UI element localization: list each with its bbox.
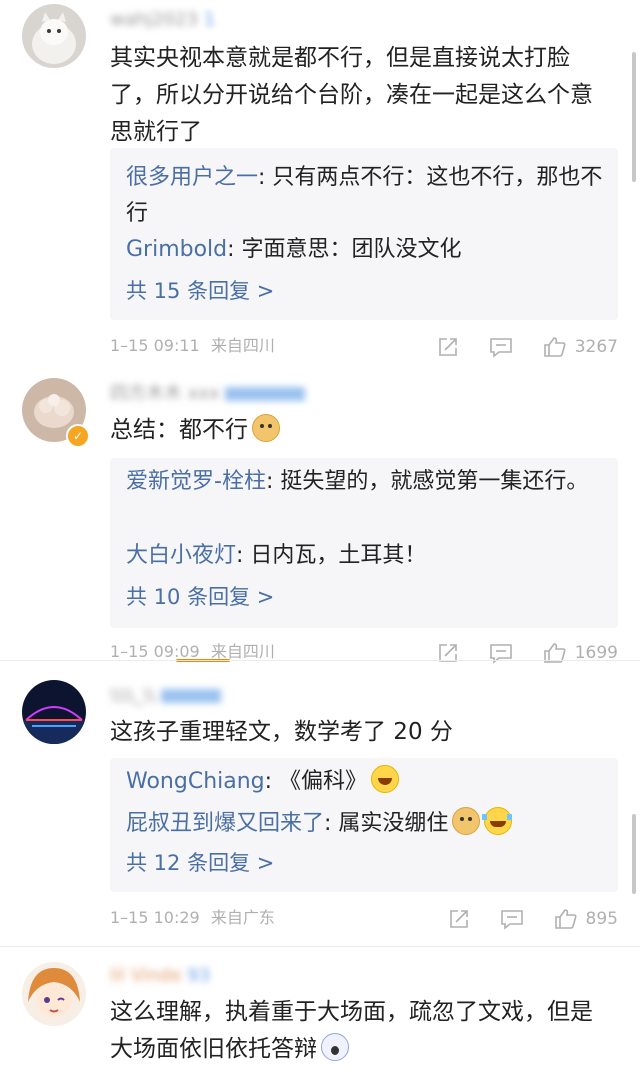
username[interactable]: lil Vinde 93 (110, 964, 210, 988)
reply-button[interactable] (500, 908, 524, 930)
reply-item[interactable]: Grimbold: 字面意思：团队没文化 (126, 232, 604, 268)
reply-colon: : (265, 469, 281, 494)
reply-colon: : (324, 811, 339, 836)
scrollbar[interactable] (632, 52, 636, 182)
share-button[interactable] (448, 908, 470, 930)
comment-time: 1–15 10:29 (110, 908, 200, 927)
username-text: lil Vinde (110, 965, 182, 986)
reply-text: 属实没绷住 (338, 811, 449, 836)
more-replies-link[interactable]: 共 15 条回复 > (126, 276, 274, 306)
share-icon (449, 910, 468, 928)
comment-text: 总结：都不行 (110, 412, 610, 449)
comment-location: 来自广东 (210, 908, 275, 927)
reply-item[interactable]: 爱新觉罗-栓柱: 挺失望的，就感觉第一集还行。 (126, 464, 604, 500)
comment-text: 这孩子重理轻文，数学考了 20 分 (110, 719, 453, 745)
reply-author[interactable]: 很多用户之一 (126, 165, 258, 190)
scrollbar[interactable] (632, 814, 636, 894)
like-button[interactable]: 3267 (543, 335, 618, 359)
comment-actions: 3267 (407, 332, 618, 362)
username[interactable]: 四方木木 xxx (110, 382, 306, 406)
like-count: 3267 (574, 337, 618, 357)
comment-text: 这么理解，执着重于大场面，疏忽了文戏，但是大场面依旧依托答辩 (110, 994, 610, 1068)
reply-text: 日内瓦，土耳其！ (250, 543, 427, 568)
avatar[interactable] (22, 680, 86, 744)
reply-author[interactable]: 大白小夜灯 (126, 543, 236, 568)
comment-meta: 1–15 09:11 来自四川 (110, 334, 275, 358)
more-replies-link[interactable]: 共 12 条回复 > (126, 848, 274, 878)
comment-icon (489, 338, 512, 358)
reply-box[interactable]: WongChiang: 《偏科》 屁叔丑到爆又回来了: 属实没绷住 共 12 条… (110, 758, 618, 892)
username-suffix: 93 (187, 965, 211, 986)
comment-text-content: 总结：都不行 (110, 417, 248, 443)
reply-colon: : (264, 769, 280, 794)
reply-text: 挺失望的，就感觉第一集还行。 (280, 469, 589, 494)
comment-actions: 895 (418, 904, 618, 934)
reply-box[interactable]: 爱新觉罗-栓柱: 挺失望的，就感觉第一集还行。 大白小夜灯: 日内瓦，土耳其！ … (110, 458, 618, 628)
tears-of-joy-emoji-icon (482, 807, 513, 835)
username-text: \\\\_\\ (110, 685, 156, 706)
comment-text-content: 这么理解，执着重于大场面，疏忽了文戏，但是大场面依旧依托答辩 (110, 999, 593, 1062)
reply-colon: : (236, 543, 251, 568)
reply-colon: : (258, 165, 273, 190)
rofl-emoji-icon (371, 765, 400, 793)
reply-author[interactable]: 爱新觉罗-栓柱 (126, 469, 266, 494)
reply-item[interactable]: 很多用户之一: 只有两点不行：这也不行，那也不行 (126, 160, 604, 232)
username-suffix: 1 (203, 9, 216, 30)
verified-badge-icon: ✓ (66, 424, 90, 448)
username-suffix (225, 387, 306, 401)
username-text: wahj2023 (110, 9, 198, 30)
username[interactable]: wahj2023 1 (110, 8, 215, 32)
like-count: 895 (585, 909, 618, 929)
reply-author[interactable]: 屁叔丑到爆又回来了 (126, 811, 324, 836)
comment-text: 其实央视本意就是都不行，但是直接说太打脸了，所以分开说给个台阶，凑在一起是这么个… (110, 45, 593, 145)
reply-item[interactable]: WongChiang: 《偏科》 (126, 764, 604, 800)
thumbs-up-icon (554, 909, 577, 929)
share-icon (438, 338, 457, 356)
shocked-emoji-icon (321, 1033, 349, 1061)
username-suffix (161, 689, 222, 703)
reply-author[interactable]: WongChiang (126, 769, 265, 794)
username-text: 四方木木 xxx (110, 383, 220, 404)
reply-item[interactable]: 大白小夜灯: 日内瓦，土耳其！ (126, 538, 604, 574)
reply-item[interactable]: 屁叔丑到爆又回来了: 属实没绷住 (126, 806, 604, 842)
avatar[interactable] (22, 962, 86, 1026)
reply-colon: : (227, 237, 242, 262)
comment-location: 来自四川 (210, 336, 275, 355)
comment-time: 1–15 09:11 (110, 336, 200, 355)
like-button[interactable]: 895 (554, 907, 618, 931)
comment-icon (500, 910, 523, 930)
comment-item: \\\\_\\ 这孩子重理轻文，数学考了 20 分 WongChiang: 《偏… (0, 660, 640, 950)
reply-text: 《偏科》 (279, 769, 368, 794)
thumbs-up-icon (543, 337, 566, 357)
share-button[interactable] (437, 336, 459, 358)
reply-author[interactable]: Grimbold (126, 237, 227, 262)
comment-item: lil Vinde 93 这么理解，执着重于大场面，疏忽了文戏，但是大场面依旧依… (0, 946, 640, 1073)
more-replies-link[interactable]: 共 10 条回复 > (126, 582, 274, 612)
comment-item: wahj2023 1 其实央视本意就是都不行，但是直接说太打脸了，所以分开说给个… (0, 0, 640, 370)
doge-emoji-icon (452, 807, 481, 835)
username[interactable]: \\\\_\\ (110, 684, 222, 708)
doge-emoji-icon (252, 414, 280, 442)
reply-text: 字面意思：团队没文化 (241, 237, 462, 262)
comment-meta: 1–15 10:29 来自广东 (110, 906, 275, 930)
avatar[interactable] (22, 4, 86, 68)
comment-item: ✓ 四方木木 xxx 总结：都不行 爱新觉罗-栓柱: 挺失望的，就感觉第一集还行… (0, 370, 640, 664)
reply-button[interactable] (489, 336, 513, 358)
reply-box[interactable]: 很多用户之一: 只有两点不行：这也不行，那也不行 Grimbold: 字面意思：… (110, 148, 618, 320)
